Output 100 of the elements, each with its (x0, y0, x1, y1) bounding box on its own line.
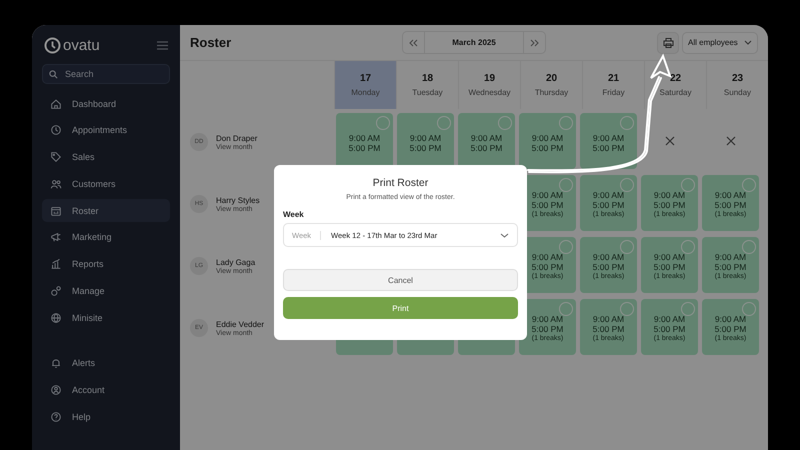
shift-end: 5:00 PM (532, 200, 564, 210)
shift-end: 5:00 PM (348, 143, 380, 153)
shift-cell[interactable]: 9:00 AM 5:00 PM (580, 113, 637, 169)
select-circle-icon[interactable] (559, 240, 573, 254)
clock-icon (50, 124, 62, 136)
search-field[interactable]: Search (42, 64, 170, 84)
double-chevron-right-icon (530, 38, 539, 46)
select-circle-icon[interactable] (559, 116, 573, 130)
day-header[interactable]: 23 Sunday (706, 61, 768, 109)
sidebar-item[interactable]: Appointments (42, 118, 170, 142)
shift-start: 9:00 AM (410, 133, 442, 143)
day-header[interactable]: 20 Thursday (520, 61, 582, 109)
user-icon (50, 384, 62, 396)
shift-start: 9:00 AM (470, 133, 502, 143)
shift-start: 9:00 AM (532, 314, 564, 324)
day-header[interactable]: 17 Monday (334, 61, 396, 109)
select-circle-icon[interactable] (620, 240, 634, 254)
select-circle-icon[interactable] (742, 178, 756, 192)
shift-end: 5:00 PM (410, 143, 442, 153)
shift-start: 9:00 AM (714, 252, 746, 262)
select-circle-icon[interactable] (681, 240, 695, 254)
shift-end: 5:00 PM (532, 324, 564, 334)
menu-icon[interactable] (157, 41, 168, 50)
shift-start: 9:00 AM (592, 252, 624, 262)
shift-start: 9:00 AM (654, 314, 686, 324)
sidebar-item[interactable]: Minisite (42, 306, 170, 330)
staff-name: Harry Styles (216, 196, 260, 204)
select-circle-icon[interactable] (376, 116, 390, 130)
select-circle-icon[interactable] (742, 240, 756, 254)
sidebar-item[interactable]: Reports (42, 252, 170, 276)
shift-start: 9:00 AM (714, 190, 746, 200)
shift-end: 5:00 PM (714, 324, 746, 334)
printer-icon (662, 38, 674, 48)
employee-filter-dropdown[interactable]: All employees (682, 32, 758, 54)
shift-end: 5:00 PM (592, 143, 624, 153)
help-icon (50, 410, 62, 423)
page-title: Roster (190, 35, 232, 50)
shift-end: 5:00 PM (714, 262, 746, 272)
shift-start: 9:00 AM (654, 190, 686, 200)
shift-start: 9:00 AM (592, 314, 624, 324)
shift-start: 9:00 AM (532, 252, 564, 262)
home-icon (50, 98, 62, 110)
sidebar-item[interactable]: Customers (42, 172, 170, 196)
shift-end: 5:00 PM (654, 324, 686, 334)
select-circle-icon[interactable] (620, 302, 634, 316)
shift-end: 5:00 PM (714, 200, 746, 210)
print-button[interactable] (657, 32, 679, 54)
day-header[interactable]: 22 Saturday (644, 61, 706, 109)
staff-name: Don Draper (216, 134, 258, 142)
shift-end: 5:00 PM (470, 143, 502, 153)
select-circle-icon[interactable] (742, 302, 756, 316)
double-chevron-left-icon (409, 38, 418, 46)
shift-cell[interactable]: 9:00 AM 5:00 PM (519, 113, 576, 169)
sidebar-item[interactable]: Sales (42, 146, 170, 169)
globe-icon (50, 312, 62, 324)
sidebar-item[interactable]: Alerts (42, 352, 170, 375)
select-circle-icon[interactable] (620, 116, 634, 130)
shift-start: 9:00 AM (714, 314, 746, 324)
month-label: March 2025 (424, 32, 524, 53)
print-button[interactable]: Print (283, 297, 518, 319)
cancel-button[interactable]: Cancel (283, 269, 518, 291)
shift-end: 5:00 PM (654, 262, 686, 272)
close-icon (664, 136, 674, 146)
select-circle-icon[interactable] (498, 116, 512, 130)
field-label: Week (283, 210, 305, 219)
people-icon (50, 178, 62, 190)
shift-end: 5:00 PM (592, 324, 624, 334)
gears-icon (50, 285, 62, 298)
day-header[interactable]: 18 Tuesday (396, 61, 458, 109)
sidebar-item[interactable]: Roster (42, 199, 170, 222)
sidebar-item[interactable]: Account (42, 378, 170, 402)
shift-end: 5:00 PM (532, 262, 564, 272)
select-circle-icon[interactable] (681, 178, 695, 192)
select-circle-icon[interactable] (559, 178, 573, 192)
chart-icon (50, 258, 62, 270)
close-icon (726, 136, 736, 146)
bell-icon (50, 357, 62, 370)
select-circle-icon[interactable] (437, 116, 451, 130)
select-circle-icon[interactable] (559, 302, 573, 316)
tag-icon (50, 151, 62, 164)
shift-end: 5:00 PM (654, 200, 686, 210)
dialog-title: Print Roster (372, 177, 430, 189)
shift-start: 9:00 AM (592, 190, 624, 200)
staff-name: Lady Gaga (216, 258, 256, 266)
day-header[interactable]: 21 Friday (582, 61, 644, 109)
select-circle-icon[interactable] (681, 302, 695, 316)
select-circle-icon[interactable] (620, 178, 634, 192)
sidebar-item[interactable]: Manage (42, 280, 170, 303)
staff-name: Eddie Vedder (216, 320, 264, 328)
shift-end: 5:00 PM (592, 262, 624, 272)
shift-start: 9:00 AM (592, 133, 624, 143)
sidebar-item[interactable]: Help (42, 405, 170, 428)
chevron-down-icon (744, 40, 752, 45)
shift-start: 9:00 AM (532, 133, 564, 143)
day-header[interactable]: 19 Wednesday (458, 61, 520, 109)
sidebar-item[interactable]: Marketing (42, 226, 170, 249)
shift-end: 5:00 PM (592, 200, 624, 210)
sidebar-item[interactable]: Dashboard (42, 92, 170, 115)
megaphone-icon (50, 231, 62, 244)
shift-end: 5:00 PM (532, 143, 564, 153)
